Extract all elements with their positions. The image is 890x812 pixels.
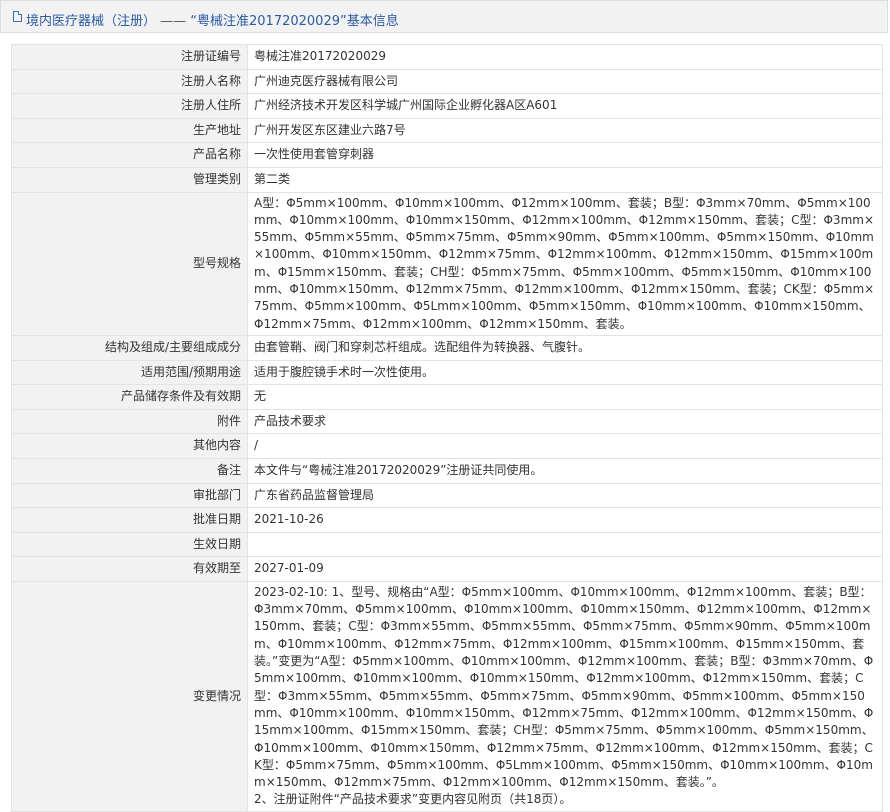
field-value: 第二类 — [247, 166, 883, 193]
table-row: 有效期至 2027-01-09 — [11, 556, 883, 582]
field-value: / — [247, 433, 883, 459]
field-value: 2021-10-26 — [247, 507, 883, 533]
change-record-text: 2023-02-10: 1、型号、规格由“A型：Φ5mm×100mm、Φ10mm… — [254, 584, 874, 790]
field-label: 备注 — [11, 457, 248, 484]
table-row: 批准日期 2021-10-26 — [11, 507, 883, 533]
title-separator: —— — [156, 14, 191, 29]
field-value: 适用于腹腔镜手术时一次性使用。 — [247, 359, 883, 386]
field-label: 变更情况 — [11, 580, 248, 812]
field-label: 产品名称 — [11, 142, 248, 168]
table-row: 管理类别 第二类 — [11, 166, 883, 193]
page-title: 境内医疗器械（注册） —— “粤械注准20172020029”基本信息 — [26, 10, 399, 29]
field-value: 2027-01-09 — [247, 556, 883, 582]
field-value: 一次性使用套管穿刺器 — [247, 142, 883, 168]
table-row: 适用范围/预期用途 适用于腹腔镜手术时一次性使用。 — [11, 359, 883, 386]
field-label: 附件 — [11, 408, 248, 435]
field-value: 广东省药品监督管理局 — [247, 482, 883, 509]
field-value: 粤械注准20172020029 — [247, 44, 883, 70]
field-label: 结构及组成/主要组成成分 — [11, 334, 248, 361]
field-value: 2023-02-10: 1、型号、规格由“A型：Φ5mm×100mm、Φ10mm… — [247, 580, 883, 812]
table-row: 生效日期 — [11, 531, 883, 558]
table-row: 备注 本文件与“粤械注准20172020029”注册证共同使用。 — [11, 457, 883, 484]
field-label: 生产地址 — [11, 117, 248, 144]
table-row: 型号规格 A型：Φ5mm×100mm、Φ10mm×100mm、Φ12mm×100… — [11, 191, 883, 336]
record-title: “粤械注准20172020029”基本信息 — [190, 14, 399, 29]
change-record-text: 2、注册证附件“产品技术要求”变更内容见附页（共18页）。 — [254, 792, 572, 807]
table-row: 审批部门 广东省药品监督管理局 — [11, 482, 883, 509]
field-value: 广州迪克医疗器械有限公司 — [247, 68, 883, 95]
table-row: 其他内容 / — [11, 433, 883, 459]
field-label: 生效日期 — [11, 531, 248, 558]
field-value: 广州经济技术开发区科学城广州国际企业孵化器A区A601 — [247, 93, 883, 119]
field-label: 产品储存条件及有效期 — [11, 384, 248, 410]
page-header: 境内医疗器械（注册） —— “粤械注准20172020029”基本信息 — [0, 0, 888, 33]
table-row: 附件 产品技术要求 — [11, 408, 883, 435]
table-row: 结构及组成/主要组成成分 由套管鞘、阀门和穿刺芯杆组成。选配组件为转换器、气腹针… — [11, 334, 883, 361]
field-label: 其他内容 — [11, 433, 248, 459]
table-row: 注册人名称 广州迪克医疗器械有限公司 — [11, 68, 883, 95]
field-value — [247, 531, 883, 558]
field-label: 适用范围/预期用途 — [11, 359, 248, 386]
table-row: 变更情况 2023-02-10: 1、型号、规格由“A型：Φ5mm×100mm、… — [11, 580, 883, 812]
field-label: 注册人住所 — [11, 93, 248, 119]
field-value: 由套管鞘、阀门和穿刺芯杆组成。选配组件为转换器、气腹针。 — [247, 334, 883, 361]
info-table: 注册证编号 粤械注准20172020029 注册人名称 广州迪克医疗器械有限公司… — [11, 44, 883, 812]
field-value: 本文件与“粤械注准20172020029”注册证共同使用。 — [247, 457, 883, 484]
field-label: 注册人名称 — [11, 68, 248, 95]
field-value: 广州开发区东区建业六路7号 — [247, 117, 883, 144]
table-row: 注册证编号 粤械注准20172020029 — [11, 44, 883, 70]
field-label: 审批部门 — [11, 482, 248, 509]
field-label: 有效期至 — [11, 556, 248, 582]
field-label: 管理类别 — [11, 166, 248, 193]
table-row: 产品储存条件及有效期 无 — [11, 384, 883, 410]
field-value: A型：Φ5mm×100mm、Φ10mm×100mm、Φ12mm×100mm、套装… — [247, 191, 883, 336]
table-row: 生产地址 广州开发区东区建业六路7号 — [11, 117, 883, 144]
field-label: 型号规格 — [11, 191, 248, 336]
field-label: 注册证编号 — [11, 44, 248, 70]
table-row: 注册人住所 广州经济技术开发区科学城广州国际企业孵化器A区A601 — [11, 93, 883, 119]
document-icon — [13, 11, 22, 22]
category-link[interactable]: 境内医疗器械（注册） — [26, 14, 156, 29]
field-value: 产品技术要求 — [247, 408, 883, 435]
field-value: 无 — [247, 384, 883, 410]
table-row: 产品名称 一次性使用套管穿刺器 — [11, 142, 883, 168]
field-label: 批准日期 — [11, 507, 248, 533]
